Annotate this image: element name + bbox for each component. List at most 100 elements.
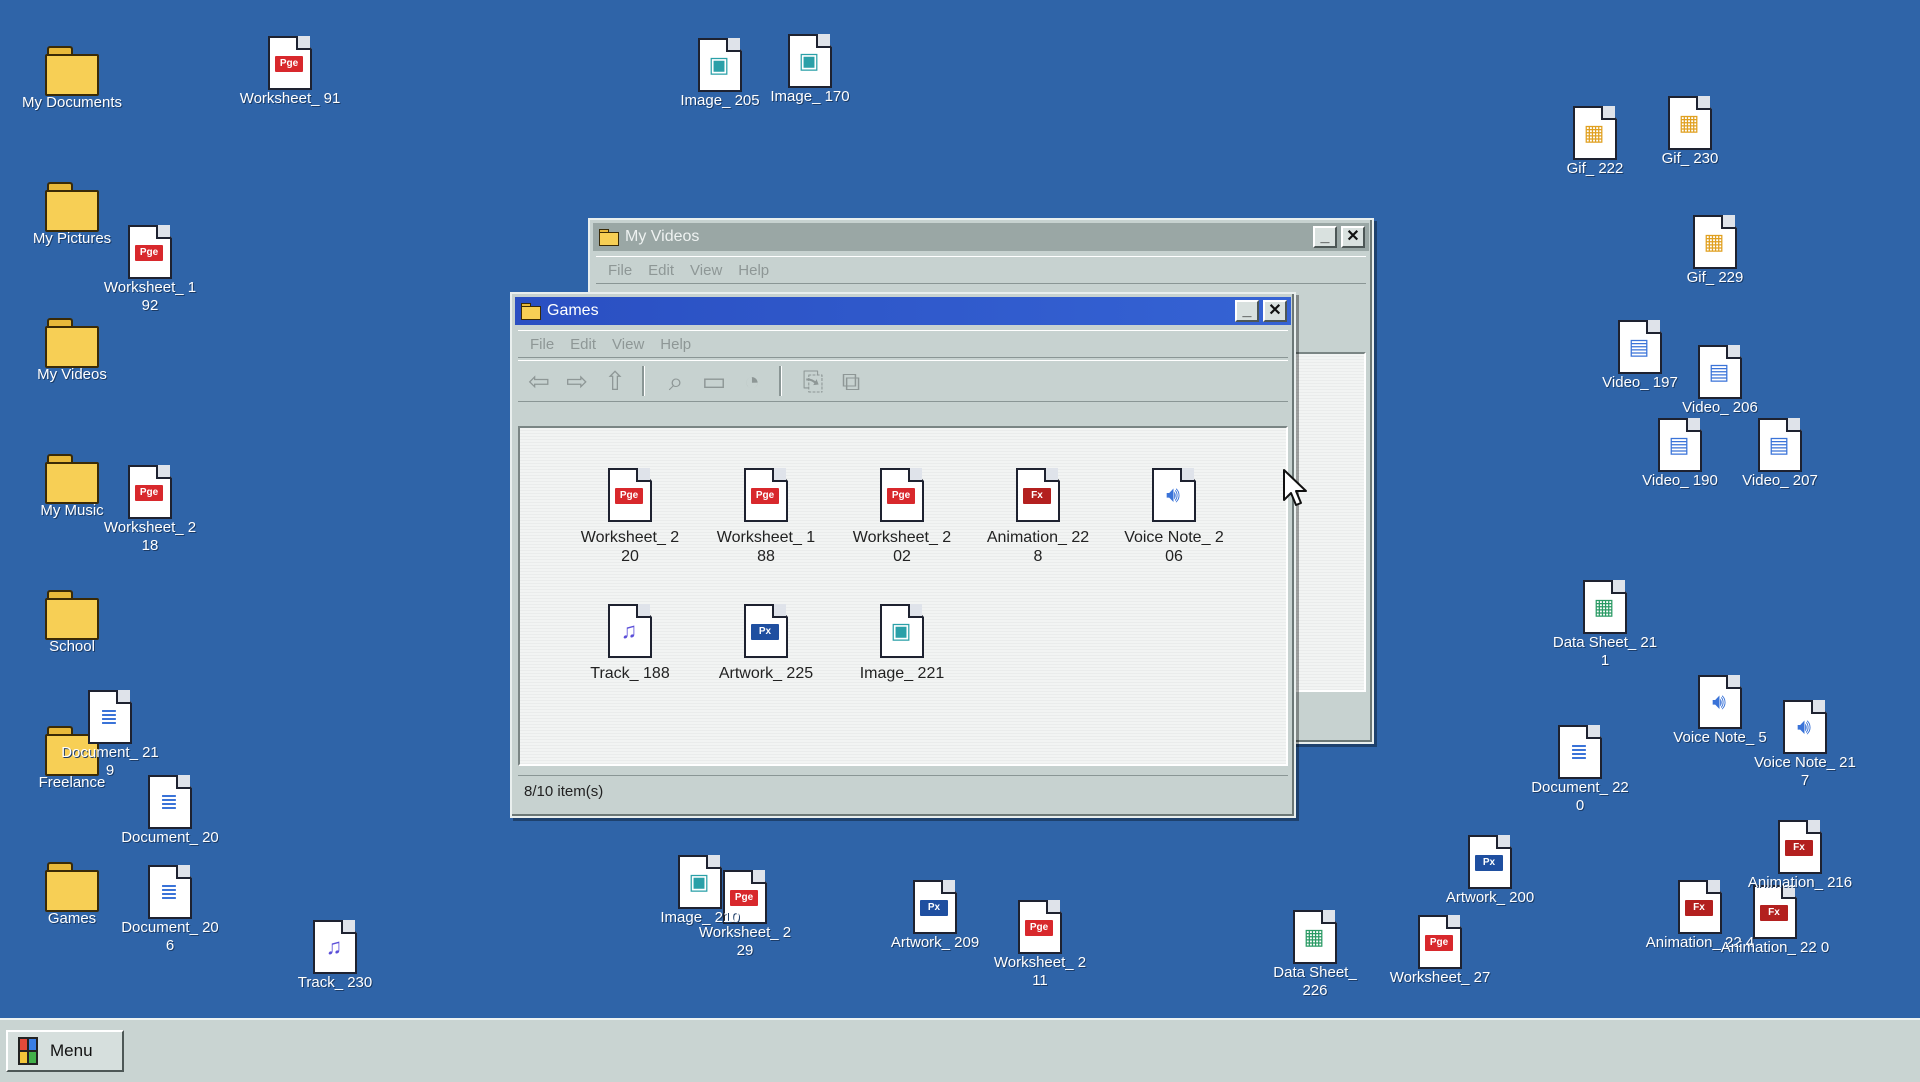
desktop-file[interactable]: ▣ Image_ 210 — [645, 855, 755, 927]
desktop-file[interactable]: ▦ Gif_ 222 — [1540, 106, 1650, 178]
desktop-file[interactable]: ≣ Document_ 20 — [115, 775, 225, 847]
image-glyph-icon: ▣ — [708, 52, 730, 77]
fx-file-icon: Fx — [1678, 880, 1722, 934]
doc-glyph-icon: ≣ — [1569, 739, 1589, 764]
minimize-button[interactable]: _ — [1313, 226, 1337, 248]
desktop-file[interactable]: ▣ Image_ 170 — [755, 34, 865, 106]
window-titlebar[interactable]: Games _ ✕ — [515, 297, 1291, 325]
menu-file[interactable]: File — [608, 262, 632, 279]
shortcut-label: Games — [47, 910, 97, 927]
move-to-icon[interactable]: ⧉ — [834, 364, 868, 398]
desktop-file[interactable]: ≣ Document_ 21 9 — [55, 690, 165, 780]
desktop-shortcut-games[interactable]: Games — [17, 862, 127, 928]
menubar: File Edit View Help — [596, 256, 1366, 284]
file-name: Animation_ 22 — [986, 529, 1090, 546]
file-label: Worksheet_ 91 — [239, 90, 341, 107]
folders-icon[interactable]: ▭ — [697, 364, 731, 398]
close-button[interactable]: ✕ — [1341, 226, 1365, 248]
back-icon[interactable]: ⇦ — [522, 364, 556, 398]
minimize-button[interactable]: _ — [1235, 300, 1259, 322]
fx-badge: Fx — [1785, 840, 1813, 856]
forward-icon[interactable]: ⇨ — [560, 364, 594, 398]
desktop-file[interactable]: Pge Worksheet_ 2 18 — [95, 465, 205, 555]
video-file-icon: ▤ — [1758, 418, 1802, 472]
image-file-icon: ▣ — [678, 855, 722, 909]
file-label: Worksheet_ 1 92 — [103, 279, 197, 314]
file-item[interactable]: Fx Animation_ 22 8 — [978, 468, 1098, 566]
file-label: Artwork_ 200 — [1445, 889, 1535, 906]
image-glyph-icon: ▣ — [688, 869, 710, 894]
px-file-icon: Px — [1468, 835, 1512, 889]
desktop-file[interactable]: Fx Animation_ 22 0 — [1720, 885, 1830, 957]
picture-icon: ▣ — [890, 618, 912, 643]
image-file-icon: ▣ — [880, 604, 924, 658]
folder-icon — [45, 46, 99, 96]
desktop-shortcut-my-videos[interactable]: My Videos — [17, 318, 127, 384]
desktop-file[interactable]: Fx Animation_ 216 — [1745, 820, 1855, 892]
file-label: Worksheet_ 2 11 — [993, 954, 1087, 989]
fx-file-icon: Fx — [1753, 885, 1797, 939]
history-icon[interactable]: ◔ — [735, 364, 769, 398]
audio-glyph-icon: ♫ — [325, 934, 343, 959]
desktop-file[interactable]: ▦ Gif_ 230 — [1635, 96, 1745, 168]
desktop-shortcut-school[interactable]: School — [17, 590, 127, 656]
window-title: My Videos — [625, 228, 700, 245]
file-item[interactable]: Pge Worksheet_ 2 20 — [570, 468, 690, 566]
px-file-icon: Px — [913, 880, 957, 934]
doc-file-icon: ≣ — [88, 690, 132, 744]
video-glyph-icon: ▤ — [1628, 334, 1650, 359]
voice-glyph-icon: 🔊︎ — [1712, 689, 1726, 714]
file-item[interactable]: Px Artwork_ 225 — [706, 604, 826, 683]
menu-view[interactable]: View — [690, 262, 722, 279]
file-label: Animation_ 216 — [1747, 874, 1853, 891]
file-item[interactable]: Pge Worksheet_ 1 88 — [706, 468, 826, 566]
desktop-file[interactable]: Pge Worksheet_ 27 — [1385, 915, 1495, 987]
file-item[interactable]: 🔊︎ Voice Note_ 2 06 — [1114, 468, 1234, 566]
desktop-file[interactable]: ♫ Track_ 230 — [280, 920, 390, 992]
search-icon[interactable]: ⌕ — [659, 364, 693, 398]
voice-file-icon: 🔊︎ — [1783, 700, 1827, 754]
desktop-file[interactable]: Pge Worksheet_ 91 — [235, 36, 345, 108]
up-icon[interactable]: ⇧ — [598, 364, 632, 398]
sheet-glyph-icon: ▦ — [1593, 594, 1615, 619]
copy-to-icon[interactable]: ⎘ — [796, 364, 830, 398]
desktop-file[interactable]: ▤ Video_ 190 — [1625, 418, 1735, 490]
menu-help[interactable]: Help — [660, 336, 691, 353]
desktop-file[interactable]: Pge Worksheet_ 2 11 — [985, 900, 1095, 990]
image-file-icon: ▣ — [788, 34, 832, 88]
desktop-file[interactable]: 🔊︎ Voice Note_ 21 7 — [1750, 700, 1860, 790]
menu-edit[interactable]: Edit — [570, 336, 596, 353]
menu-view[interactable]: View — [612, 336, 644, 353]
close-button[interactable]: ✕ — [1263, 300, 1287, 322]
toolbar-separator — [642, 366, 645, 396]
desktop-file[interactable]: ▤ Video_ 207 — [1725, 418, 1835, 490]
fx-badge: Fx — [1023, 488, 1051, 504]
image-glyph-icon: ▣ — [798, 48, 820, 73]
desktop-file[interactable]: ≣ Document_ 22 0 — [1525, 725, 1635, 815]
menu-file[interactable]: File — [530, 336, 554, 353]
file-item[interactable]: ▣ Image_ 221 — [842, 604, 962, 683]
doc-glyph-icon: ≣ — [159, 789, 179, 814]
status-text: 8/10 item(s) — [524, 782, 604, 800]
file-item[interactable]: ♫ Track_ 188 — [570, 604, 690, 683]
desktop-file[interactable]: ▦ Data Sheet_ 226 — [1260, 910, 1370, 1000]
desktop-file[interactable]: Px Artwork_ 209 — [880, 880, 990, 952]
desktop-file[interactable]: ≣ Document_ 20 6 — [115, 865, 225, 955]
file-label: Image_ 210 — [660, 909, 740, 926]
audio-file-icon: ♫ — [313, 920, 357, 974]
desktop-file[interactable]: ▦ Data Sheet_ 21 1 — [1550, 580, 1660, 670]
file-name: Worksheet_ 2 — [580, 529, 680, 546]
desktop-file[interactable]: ▦ Gif_ 229 — [1660, 215, 1770, 287]
menu-help[interactable]: Help — [738, 262, 769, 279]
desktop-file[interactable]: Pge Worksheet_ 1 92 — [95, 225, 205, 315]
desktop-file[interactable]: Px Artwork_ 200 — [1435, 835, 1545, 907]
desktop-file[interactable]: ▤ Video_ 206 — [1665, 345, 1775, 417]
desktop-shortcut-my-documents[interactable]: My Documents — [17, 46, 127, 112]
file-label: Data Sheet_ 226 — [1273, 964, 1357, 999]
gif-file-icon: ▦ — [1573, 106, 1617, 160]
window-games[interactable]: Games _ ✕ File Edit View Help ⇦ ⇨ ⇧ ⌕ ▭ … — [510, 292, 1296, 818]
file-item[interactable]: Pge Worksheet_ 2 02 — [842, 468, 962, 566]
window-titlebar[interactable]: My Videos _ ✕ — [593, 223, 1369, 251]
menu-edit[interactable]: Edit — [648, 262, 674, 279]
start-menu-button[interactable]: Menu — [6, 1030, 124, 1072]
